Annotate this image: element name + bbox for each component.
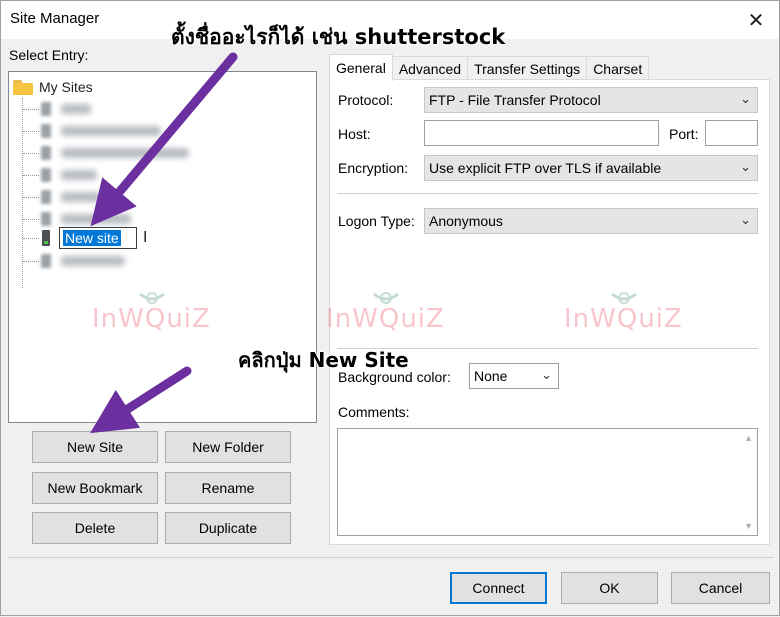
watermark-text: InWQuiZ — [326, 304, 445, 334]
tab-bar: General Advanced Transfer Settings Chars… — [329, 54, 650, 81]
tree-item-blurred[interactable] — [23, 142, 189, 164]
watermark-text: InWQuiZ — [564, 304, 683, 334]
cancel-button[interactable]: Cancel — [671, 572, 770, 604]
new-folder-button[interactable]: New Folder — [165, 431, 291, 463]
watermark-logo: InWQuiZ — [326, 288, 446, 334]
comments-label: Comments: — [338, 404, 410, 420]
chevron-down-icon: ⌄ — [541, 367, 552, 382]
tree-item-blurred[interactable] — [23, 164, 97, 186]
server-icon — [41, 168, 51, 182]
chevron-down-icon: ⌄ — [740, 91, 751, 106]
tree-item-blurred[interactable] — [23, 250, 125, 272]
new-site-button[interactable]: New Site — [32, 431, 158, 463]
text-cursor-icon: I — [143, 229, 148, 246]
tree-item-blurred[interactable] — [23, 186, 101, 208]
tab-general[interactable]: General — [329, 54, 393, 81]
section-divider — [337, 193, 758, 194]
window-title: Site Manager — [10, 10, 100, 27]
logon-type-label: Logon Type: — [338, 213, 415, 229]
tab-charset[interactable]: Charset — [586, 56, 650, 80]
protocol-label: Protocol: — [338, 92, 394, 108]
protocol-value: FTP - File Transfer Protocol — [429, 92, 601, 108]
select-entry-label: Select Entry: — [9, 47, 89, 63]
folder-icon — [13, 79, 33, 95]
rename-button[interactable]: Rename — [165, 472, 291, 504]
tab-advanced[interactable]: Advanced — [391, 56, 469, 80]
watermark-logo: InWQuiZ — [564, 288, 684, 334]
close-icon[interactable]: ✕ — [733, 1, 779, 39]
tree-root-label: My Sites — [39, 79, 93, 95]
encryption-value: Use explicit FTP over TLS if available — [429, 160, 662, 176]
tree-item-blurred[interactable] — [23, 98, 91, 120]
encryption-label: Encryption: — [338, 160, 409, 176]
rename-edit-field[interactable]: New site — [59, 227, 137, 249]
host-label: Host: — [338, 126, 371, 142]
annotation-middle: คลิกปุ่ม New Site — [238, 348, 409, 372]
host-input[interactable] — [424, 120, 659, 146]
connect-button[interactable]: Connect — [450, 572, 547, 604]
server-icon — [41, 230, 51, 246]
server-icon — [41, 146, 51, 160]
watermark-text: InWQuiZ — [92, 304, 211, 334]
scroll-down-icon[interactable]: ▼ — [744, 521, 753, 531]
watermark-logo: InWQuiZ — [92, 288, 212, 334]
chevron-down-icon: ⌄ — [740, 212, 751, 227]
tree-item-new-site[interactable]: New site I — [23, 227, 147, 249]
duplicate-button[interactable]: Duplicate — [165, 512, 291, 544]
comments-textarea[interactable]: ▲ ▼ — [337, 428, 758, 536]
logon-type-select[interactable]: Anonymous ⌄ — [424, 208, 758, 234]
chevron-down-icon: ⌄ — [740, 159, 751, 174]
port-input[interactable] — [705, 120, 758, 146]
server-icon — [41, 102, 51, 116]
server-icon — [41, 190, 51, 204]
scroll-up-icon[interactable]: ▲ — [744, 433, 753, 443]
server-icon — [41, 124, 51, 138]
new-bookmark-button[interactable]: New Bookmark — [32, 472, 158, 504]
server-icon — [41, 212, 51, 226]
site-manager-window: Site Manager ✕ Select Entry: My Sites Ne… — [0, 0, 780, 616]
logon-type-value: Anonymous — [429, 213, 503, 229]
server-icon — [41, 254, 51, 268]
annotation-top: ตั้งชื่ออะไรก็ได้ เช่น shutterstock — [171, 25, 506, 49]
rename-edit-value: New site — [63, 230, 121, 246]
tree-item-blurred[interactable] — [23, 120, 161, 142]
port-label: Port: — [669, 126, 699, 142]
footer-divider — [8, 557, 774, 558]
background-color-select[interactable]: None ⌄ — [469, 363, 559, 389]
ok-button[interactable]: OK — [561, 572, 658, 604]
tree-root-my-sites[interactable]: My Sites — [13, 76, 93, 98]
background-color-value: None — [474, 368, 508, 384]
encryption-select[interactable]: Use explicit FTP over TLS if available ⌄ — [424, 155, 758, 181]
delete-button[interactable]: Delete — [32, 512, 158, 544]
protocol-select[interactable]: FTP - File Transfer Protocol ⌄ — [424, 87, 758, 113]
tab-transfer-settings[interactable]: Transfer Settings — [467, 56, 588, 80]
